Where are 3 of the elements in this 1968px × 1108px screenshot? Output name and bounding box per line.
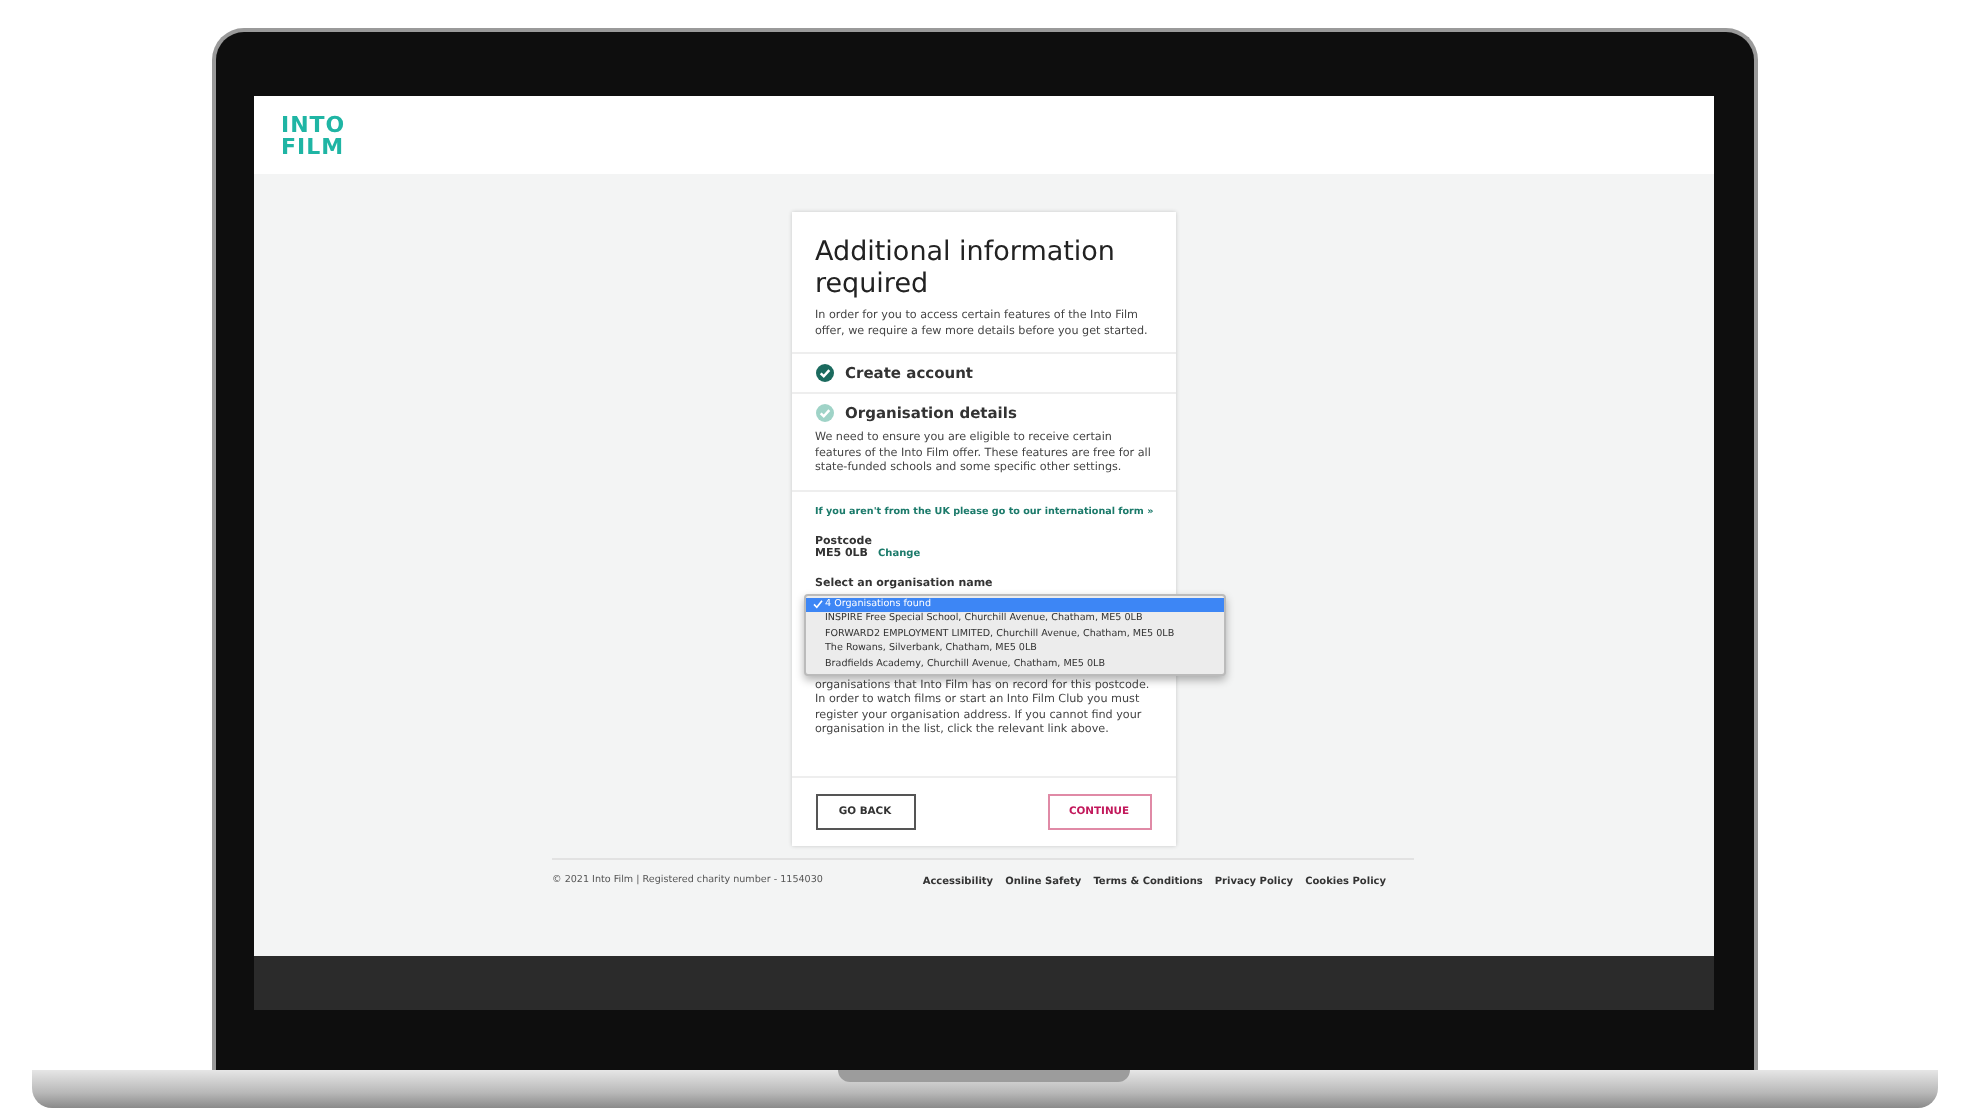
page-title: Additional information required	[815, 236, 1117, 300]
checkmark-icon	[811, 598, 823, 611]
logo: INTO FILM	[281, 113, 346, 157]
